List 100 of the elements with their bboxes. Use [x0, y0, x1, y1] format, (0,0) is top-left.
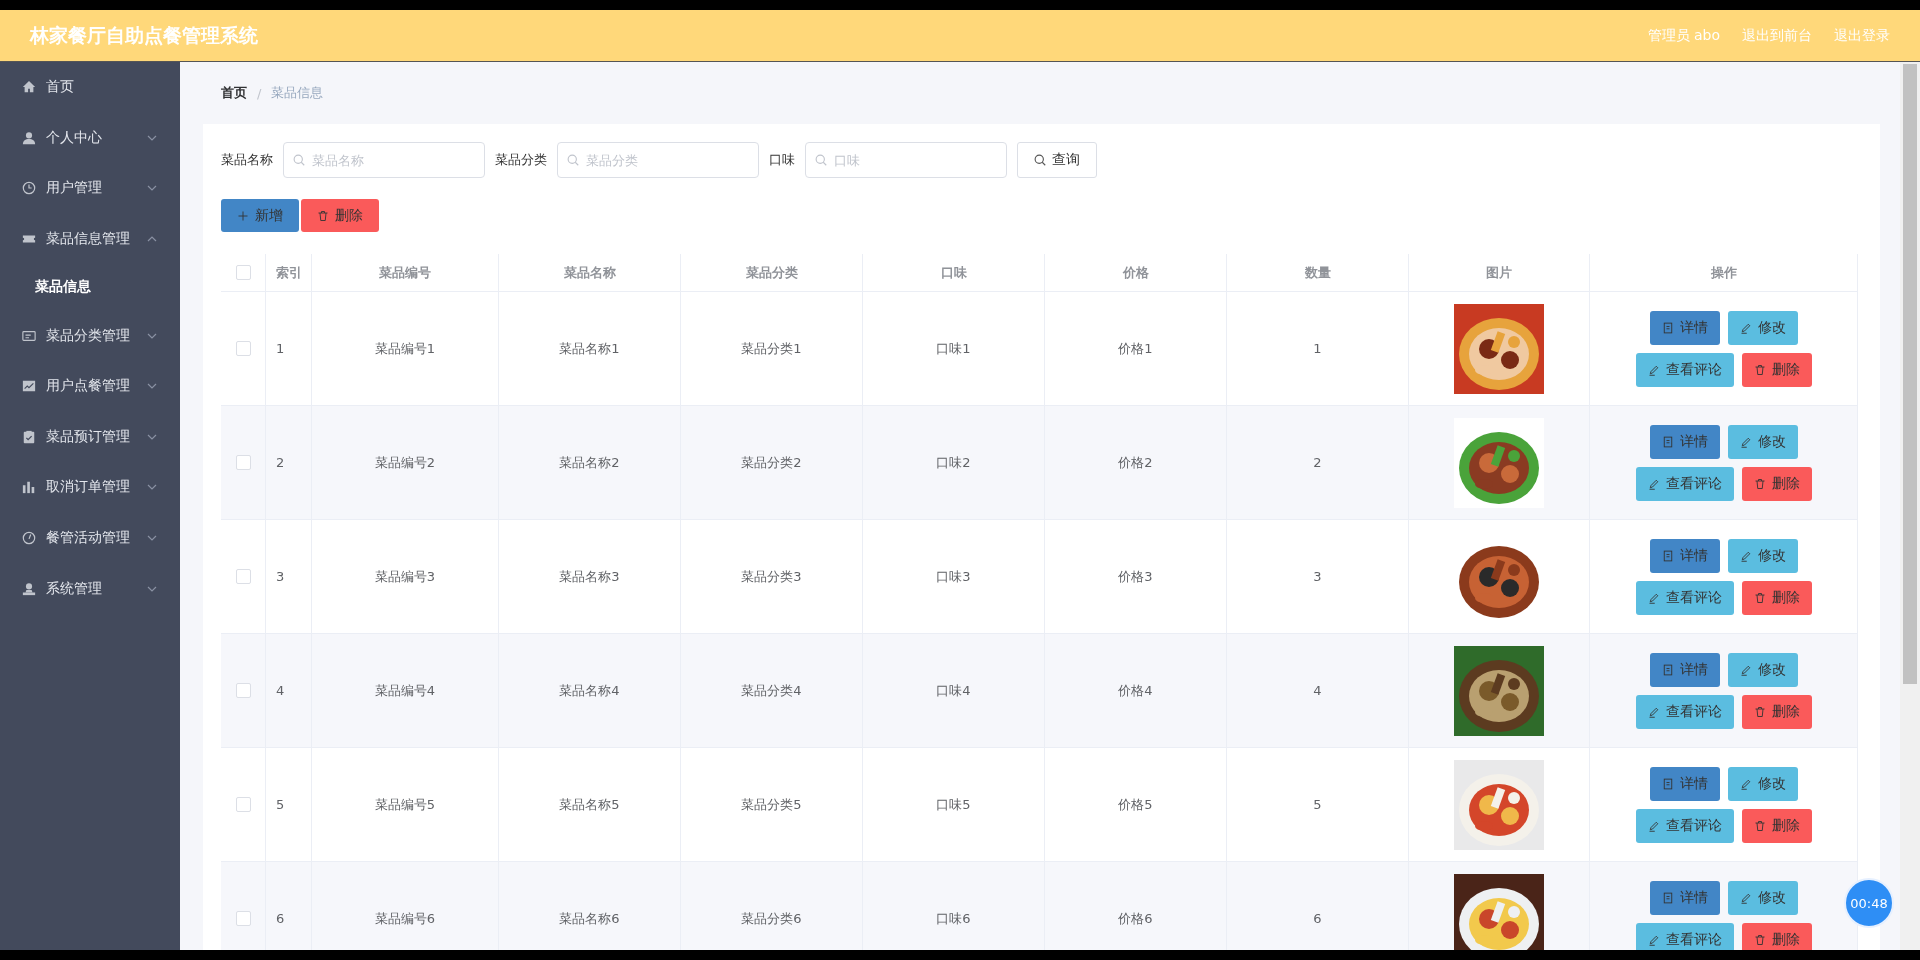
sidebar-item[interactable]: 菜品分类管理: [0, 310, 180, 361]
trash-icon: [317, 209, 329, 222]
add-button[interactable]: 新增: [221, 199, 299, 232]
search-icon: [1034, 154, 1046, 166]
table-cell: 菜品编号2: [374, 453, 436, 472]
table-cell: 口味2: [936, 453, 971, 472]
table-cell: 2: [1313, 455, 1322, 470]
checkbox[interactable]: [235, 341, 251, 356]
delete-button[interactable]: 删除: [1741, 808, 1812, 843]
table-cell: 价格3: [1118, 567, 1153, 586]
table-cell: 菜品名称6: [559, 909, 620, 928]
sidebar-item[interactable]: 首页: [0, 62, 180, 113]
sidebar-item[interactable]: 系统管理: [0, 563, 180, 614]
recording-timer: 00:48: [1844, 878, 1894, 928]
detail-button[interactable]: 详情: [1649, 766, 1720, 801]
search-field[interactable]: 菜品分类: [557, 142, 759, 178]
document-icon: [1661, 435, 1674, 448]
clock-icon: [22, 181, 36, 196]
search-button[interactable]: 查询: [1017, 142, 1097, 178]
table-cell: 菜品分类6: [741, 909, 802, 928]
comments-button[interactable]: 查看评论: [1635, 580, 1734, 615]
table-cell: 口味1: [936, 339, 971, 358]
breadcrumb-separator: /: [257, 85, 262, 101]
delete-button[interactable]: 删除: [1741, 352, 1812, 387]
document-icon: [1661, 777, 1674, 790]
table-cell: 6: [276, 911, 285, 926]
scrollbar-thumb[interactable]: [1903, 64, 1917, 684]
column-header: 数量: [1227, 254, 1409, 292]
document-icon: [1661, 891, 1674, 904]
search-icon: [815, 154, 827, 166]
delete-button[interactable]: 删除: [1741, 580, 1812, 615]
delete-button[interactable]: 删除: [1741, 466, 1812, 501]
sidebar-item[interactable]: 菜品信息管理: [0, 213, 180, 265]
search-field[interactable]: 菜品名称: [283, 142, 485, 178]
home-icon: [22, 80, 36, 95]
sidebar-subitem[interactable]: 菜品信息: [0, 264, 180, 311]
checkbox[interactable]: [235, 683, 251, 698]
table-cell: 菜品分类5: [741, 795, 802, 814]
table-cell: 6: [1313, 911, 1322, 926]
table-cell: 菜品编号6: [374, 909, 436, 928]
checkbox[interactable]: [235, 455, 251, 470]
detail-button[interactable]: 详情: [1649, 652, 1720, 687]
sidebar-item[interactable]: 个人中心: [0, 112, 180, 164]
edit-button[interactable]: 修改: [1727, 424, 1798, 459]
table-cell: 菜品名称3: [559, 567, 620, 586]
edit-button[interactable]: 修改: [1727, 880, 1798, 915]
detail-button[interactable]: 详情: [1649, 424, 1720, 459]
column-header: 索引: [266, 254, 312, 292]
delete-button[interactable]: 删除: [301, 199, 379, 232]
pencil-icon: [1647, 933, 1660, 946]
trash-icon: [1753, 819, 1766, 832]
table-cell: 价格2: [1118, 453, 1153, 472]
checkbox[interactable]: [235, 911, 251, 926]
table-cell: 5: [276, 797, 285, 812]
comments-button[interactable]: 查看评论: [1635, 694, 1734, 729]
sidebar-item[interactable]: 菜品预订管理: [0, 411, 180, 463]
detail-button[interactable]: 详情: [1649, 538, 1720, 573]
sidebar-item[interactable]: 餐管活动管理: [0, 512, 180, 564]
comments-button[interactable]: 查看评论: [1635, 808, 1734, 843]
sidebar-item[interactable]: 取消订单管理: [0, 462, 180, 513]
detail-button[interactable]: 详情: [1649, 880, 1720, 915]
column-header: 图片: [1409, 254, 1590, 292]
pencil-icon: [1739, 891, 1752, 904]
comments-button[interactable]: 查看评论: [1635, 352, 1734, 387]
sidebar-item[interactable]: 用户点餐管理: [0, 360, 180, 412]
table-cell: 3: [276, 569, 285, 584]
clipboard-icon: [22, 429, 36, 444]
edit-button[interactable]: 修改: [1727, 766, 1798, 801]
document-icon: [1661, 663, 1674, 676]
document-icon: [1661, 549, 1674, 562]
delete-button[interactable]: 删除: [1741, 922, 1812, 950]
breadcrumb-item[interactable]: 首页: [221, 84, 247, 102]
table-cell: 1: [276, 341, 285, 356]
comments-button[interactable]: 查看评论: [1635, 466, 1734, 501]
edit-button[interactable]: 修改: [1727, 310, 1798, 345]
checkbox[interactable]: [235, 569, 251, 584]
sidebar-item[interactable]: 用户管理: [0, 163, 180, 214]
delete-button[interactable]: 删除: [1741, 694, 1812, 729]
table-cell: 菜品名称4: [559, 681, 620, 700]
checkbox[interactable]: [235, 265, 251, 280]
detail-button[interactable]: 详情: [1649, 310, 1720, 345]
table-cell: 菜品编号3: [374, 567, 436, 586]
comments-button[interactable]: 查看评论: [1635, 922, 1734, 950]
chart-icon: [22, 379, 36, 394]
table-cell: 口味4: [936, 681, 971, 700]
table-cell: 1: [1313, 341, 1322, 356]
search-icon: [293, 154, 305, 166]
plus-icon: [237, 209, 249, 222]
table-cell: 口味6: [936, 909, 971, 928]
pencil-icon: [1739, 777, 1752, 790]
column-header: 菜品分类: [681, 254, 863, 292]
edit-button[interactable]: 修改: [1727, 652, 1798, 687]
table-cell: 菜品名称5: [559, 795, 620, 814]
edit-button[interactable]: 修改: [1727, 538, 1798, 573]
trash-icon: [1753, 705, 1766, 718]
table-cell: 口味5: [936, 795, 971, 814]
table-cell: 菜品名称1: [559, 339, 620, 358]
trash-icon: [1753, 477, 1766, 490]
checkbox[interactable]: [235, 797, 251, 812]
table-cell: 菜品分类4: [741, 681, 802, 700]
